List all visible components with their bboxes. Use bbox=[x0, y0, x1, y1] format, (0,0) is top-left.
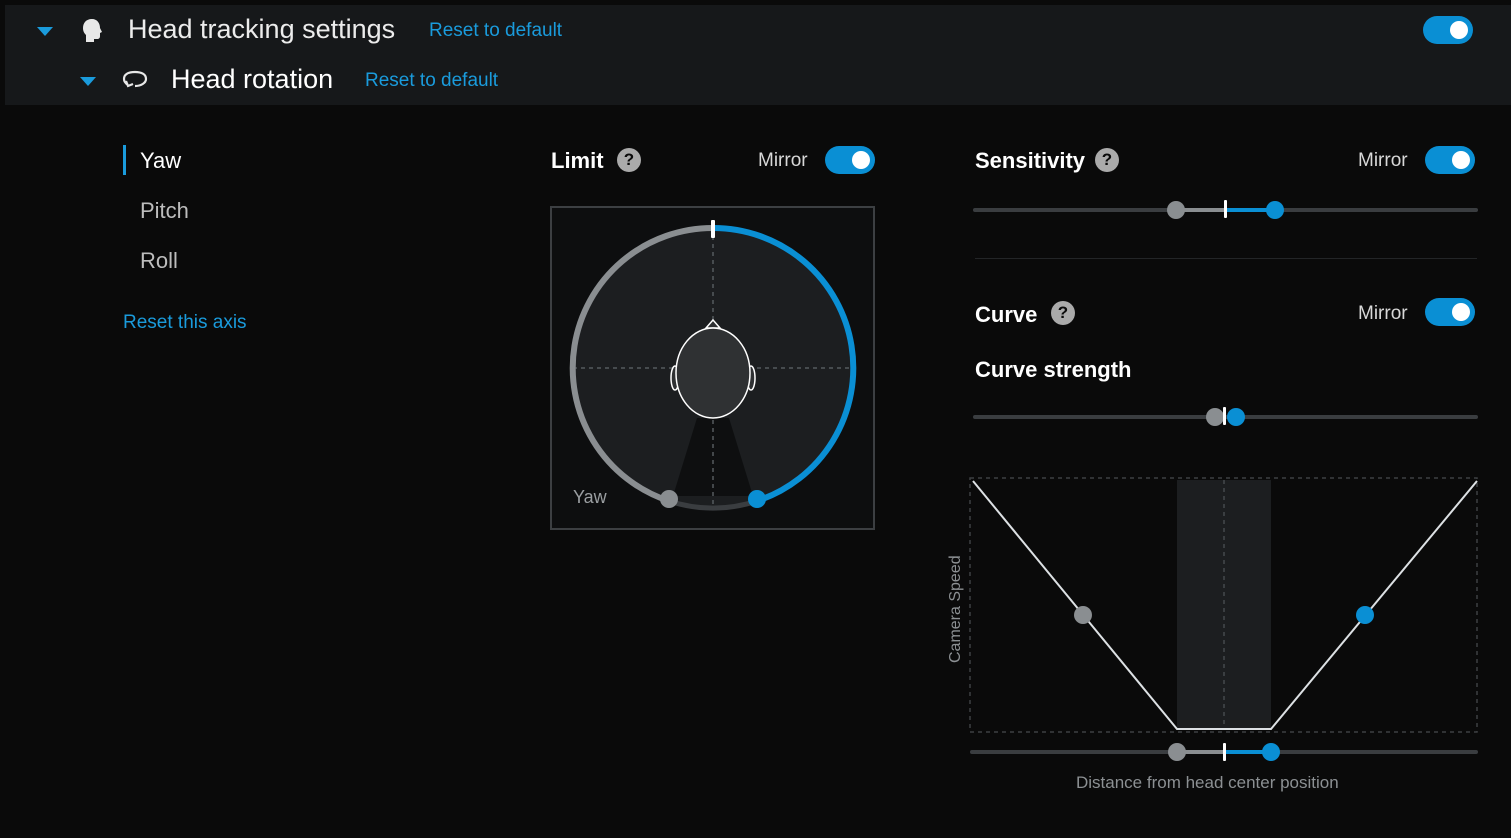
toggle-knob bbox=[852, 151, 870, 169]
curve-y-axis-label: Camera Speed bbox=[947, 555, 964, 663]
deadzone-right-handle[interactable] bbox=[1262, 743, 1280, 761]
sensitivity-mirror-label: Mirror bbox=[1358, 150, 1408, 171]
chevron-down-icon[interactable] bbox=[80, 77, 96, 86]
head-icon bbox=[83, 19, 102, 42]
toggle-knob bbox=[1450, 21, 1468, 39]
deadzone-left-handle[interactable] bbox=[1168, 743, 1186, 761]
chevron-down-icon[interactable] bbox=[37, 27, 53, 36]
sensitivity-help-icon[interactable]: ? bbox=[1095, 148, 1119, 172]
rotate-icon bbox=[122, 70, 148, 88]
deadzone-center-tick bbox=[1223, 743, 1226, 761]
curve-graph[interactable] bbox=[968, 476, 1480, 738]
sensitivity-mirror-toggle[interactable] bbox=[1425, 146, 1475, 174]
curve-left-point bbox=[1074, 606, 1092, 624]
header-reset-button[interactable]: Reset to default bbox=[429, 20, 562, 42]
curve-strength-center-tick bbox=[1223, 407, 1226, 425]
curve-strength-right-handle[interactable] bbox=[1227, 408, 1245, 426]
curve-mirror-toggle[interactable] bbox=[1425, 298, 1475, 326]
limit-right-handle bbox=[748, 490, 766, 508]
sensitivity-right-handle[interactable] bbox=[1266, 201, 1284, 219]
limit-left-handle bbox=[660, 490, 678, 508]
limit-mirror-toggle[interactable] bbox=[825, 146, 875, 174]
curve-help-icon[interactable]: ? bbox=[1051, 301, 1075, 325]
head-tracking-toggle[interactable] bbox=[1423, 16, 1473, 44]
sensitivity-title: Sensitivity bbox=[975, 148, 1086, 173]
curve-strength-label: Curve strength bbox=[975, 357, 1132, 382]
toggle-knob bbox=[1452, 151, 1470, 169]
limit-dial[interactable] bbox=[550, 206, 876, 532]
curve-right-point bbox=[1356, 606, 1374, 624]
subheader-reset-button[interactable]: Reset to default bbox=[365, 70, 498, 92]
reset-axis-button[interactable]: Reset this axis bbox=[123, 312, 247, 334]
axis-item-roll[interactable]: Roll bbox=[140, 248, 178, 274]
header-title: Head tracking settings bbox=[128, 14, 396, 44]
limit-title: Limit bbox=[551, 148, 604, 173]
limit-mirror-label: Mirror bbox=[758, 150, 808, 171]
axis-item-yaw[interactable]: Yaw bbox=[140, 148, 181, 174]
subheader-title: Head rotation bbox=[171, 64, 334, 94]
toggle-knob bbox=[1452, 303, 1470, 321]
limit-help-icon[interactable]: ? bbox=[617, 148, 641, 172]
axis-item-pitch[interactable]: Pitch bbox=[140, 198, 189, 224]
sensitivity-center-tick bbox=[1224, 200, 1227, 218]
curve-x-axis-label: Distance from head center position bbox=[1076, 773, 1339, 792]
section-divider bbox=[975, 258, 1477, 259]
sensitivity-left-handle[interactable] bbox=[1167, 201, 1185, 219]
curve-strength-left-handle[interactable] bbox=[1206, 408, 1224, 426]
active-axis-indicator bbox=[123, 145, 126, 175]
curve-title: Curve bbox=[975, 302, 1038, 327]
curve-mirror-label: Mirror bbox=[1358, 303, 1408, 324]
dial-axis-label: Yaw bbox=[573, 487, 607, 507]
